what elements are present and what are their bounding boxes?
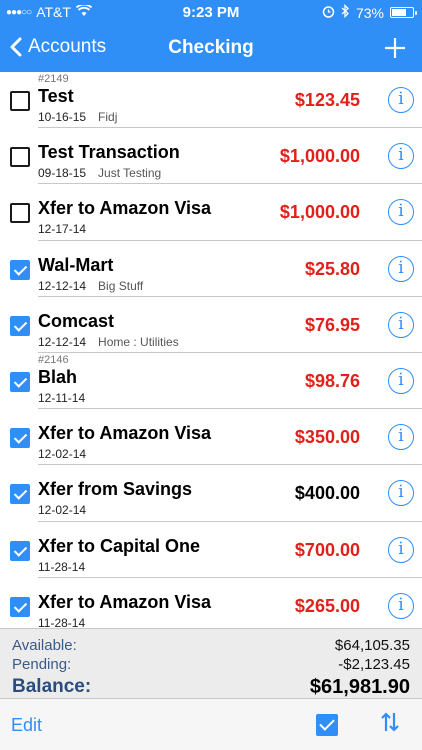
check-number: #2149 <box>38 73 69 85</box>
transaction-row[interactable]: Xfer to Capital One 11-28-14 $700.00 i <box>0 522 422 578</box>
info-icon[interactable]: i <box>388 592 414 619</box>
transaction-row[interactable]: Xfer from Savings 12-02-14 $400.00 i <box>0 465 422 522</box>
top-bar: ●●●○○ AT&T 9:23 PM 73% Accounts Checking <box>0 0 422 72</box>
transaction-payee: Wal-Mart <box>38 254 114 275</box>
page-title: Checking <box>168 37 254 58</box>
info-icon[interactable]: i <box>388 143 414 170</box>
balance-value: $61,981.90 <box>309 676 410 698</box>
transaction-payee: Xfer from Savings <box>38 479 193 500</box>
transaction-payee: Xfer to Amazon Visa <box>38 423 212 444</box>
transaction-payee: Comcast <box>38 310 115 331</box>
battery-icon <box>390 7 417 18</box>
cleared-checkbox[interactable] <box>10 371 30 392</box>
cleared-checkbox[interactable] <box>10 428 30 449</box>
transaction-date: 12-02-14 <box>38 503 87 518</box>
available-label: Available: <box>12 637 77 654</box>
transaction-date: 12-02-14 <box>38 447 87 462</box>
transaction-date: 11-28-14 <box>38 559 86 574</box>
transaction-amount: $98.76 <box>304 370 360 391</box>
pending-value: -$2,123.45 <box>338 656 410 673</box>
transaction-amount: $265.00 <box>294 595 360 616</box>
sort-button[interactable] <box>380 711 400 739</box>
cleared-checkbox[interactable] <box>10 259 30 280</box>
info-icon[interactable]: i <box>388 199 414 226</box>
transaction-date: 10-16-15 <box>38 110 87 124</box>
transaction-list: #2149 Test 10-16-15 Fidj $123.45 i Test … <box>0 72 422 628</box>
cleared-checkbox[interactable] <box>10 203 30 224</box>
info-icon[interactable]: i <box>388 536 414 563</box>
info-icon[interactable]: i <box>388 311 414 338</box>
cleared-filter-checkbox-icon[interactable] <box>316 714 338 736</box>
transaction-row[interactable]: Wal-Mart 12-12-14 Big Stuff $25.80 i <box>0 241 422 297</box>
transaction-amount: $700.00 <box>294 539 360 560</box>
transaction-amount: $400.00 <box>294 483 360 504</box>
transaction-row[interactable]: Xfer to Amazon Visa 11-28-14 $265.00 i <box>0 578 422 628</box>
cleared-checkbox[interactable] <box>10 147 30 168</box>
bluetooth-icon <box>341 3 350 21</box>
cleared-checkbox[interactable] <box>10 484 30 505</box>
check-number: #2146 <box>38 353 69 366</box>
transaction-row[interactable]: Comcast 12-12-14 Home : Utilities $76.95… <box>0 297 422 354</box>
transaction-payee: Test <box>38 86 74 106</box>
transaction-memo: Home : Utilities <box>98 334 179 349</box>
bottom-toolbar: Edit <box>0 698 422 750</box>
transaction-payee: Xfer to Amazon Visa <box>38 591 212 612</box>
transaction-date: 12-11-14 <box>38 390 86 405</box>
info-icon[interactable]: i <box>388 367 414 394</box>
transaction-date: 12-12-14 <box>38 278 87 293</box>
available-value: $64,105.35 <box>334 637 410 654</box>
transaction-payee: Xfer to Capital One <box>38 535 201 556</box>
nav-bar: Accounts Checking <box>0 26 422 72</box>
balance-summary: Available: $64,105.35 Pending: -$2,123.4… <box>0 628 422 698</box>
transaction-payee: Xfer to Amazon Visa <box>38 198 212 219</box>
transaction-amount: $350.00 <box>294 427 360 448</box>
transaction-memo: Just Testing <box>98 166 162 181</box>
sort-arrows-icon <box>381 712 399 732</box>
cleared-checkbox[interactable] <box>10 91 30 111</box>
info-icon[interactable]: i <box>388 480 414 507</box>
transaction-amount: $1,000.00 <box>279 146 360 167</box>
transaction-row[interactable]: #2149 Test 10-16-15 Fidj $123.45 i <box>0 72 422 129</box>
transaction-amount: $76.95 <box>304 314 360 335</box>
transaction-date: 09-18-15 <box>38 166 87 181</box>
cleared-checkbox[interactable] <box>10 315 30 336</box>
info-icon[interactable]: i <box>388 424 414 451</box>
cleared-checkbox[interactable] <box>10 596 30 617</box>
cleared-checkbox[interactable] <box>10 540 30 561</box>
transaction-row[interactable]: Xfer to Amazon Visa 12-17-14 $1,000.00 i <box>0 184 422 241</box>
transaction-payee: Blah <box>38 366 78 387</box>
transaction-row[interactable]: Test Transaction 09-18-15 Just Testing $… <box>0 128 422 185</box>
battery-fill <box>392 9 406 16</box>
transaction-amount: $1,000.00 <box>279 202 360 223</box>
transaction-payee: Test Transaction <box>38 142 180 163</box>
battery-percent: 73% <box>355 4 384 21</box>
alarm-icon <box>322 5 335 21</box>
transaction-row[interactable]: Xfer to Amazon Visa 12-02-14 $350.00 i <box>0 409 422 466</box>
transaction-date: 11-28-14 <box>38 615 86 628</box>
transaction-memo: Fidj <box>98 110 118 124</box>
add-transaction-button[interactable] <box>384 32 406 64</box>
info-icon[interactable]: i <box>388 255 414 282</box>
transaction-date: 12-17-14 <box>38 222 87 237</box>
balance-label: Balance: <box>12 676 92 697</box>
status-bar: ●●●○○ AT&T 9:23 PM 73% <box>0 0 422 26</box>
plus-icon <box>385 38 405 58</box>
transaction-amount: $25.80 <box>304 258 360 279</box>
transaction-row[interactable]: #2146 Blah 12-11-14 $98.76 i <box>0 353 422 410</box>
edit-button[interactable]: Edit <box>11 715 42 736</box>
transaction-date: 12-12-14 <box>38 334 87 349</box>
pending-label: Pending: <box>12 656 72 673</box>
transaction-amount: $123.45 <box>294 90 360 110</box>
transaction-memo: Big Stuff <box>98 278 144 293</box>
info-icon[interactable]: i <box>388 87 414 113</box>
